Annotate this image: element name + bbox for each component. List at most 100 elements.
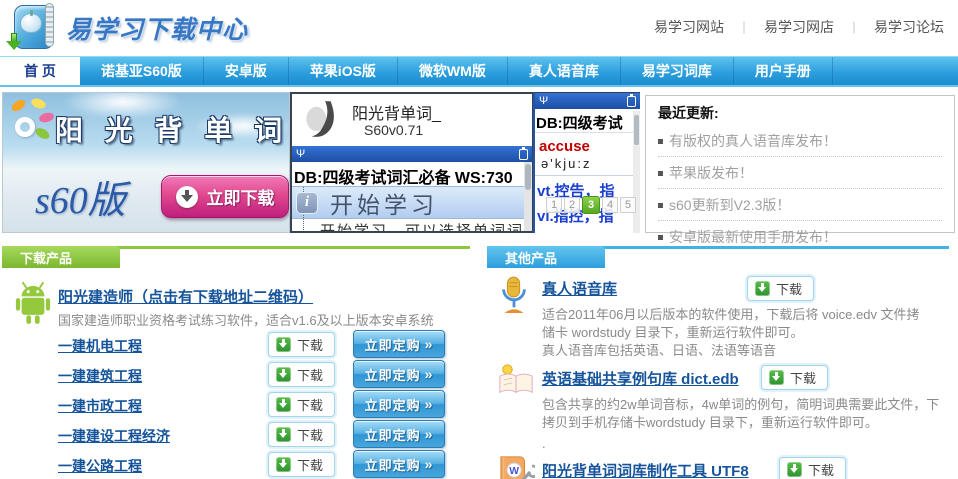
separator: ｜: [848, 19, 860, 36]
product-desc-line: 适合2011年06月以后版本的软件使用，下载后将 voice.edv 文件拷: [542, 304, 920, 323]
pager-3-active[interactable]: 3: [582, 196, 600, 214]
download-button[interactable]: 下载: [268, 422, 335, 447]
product-desc-line: 包含共享的约2w单词音标，4w单词的例句，简明词典需要此文件，下: [542, 394, 939, 413]
top-link-forum[interactable]: 易学习论坛: [874, 17, 944, 37]
order-button[interactable]: 立即定购»: [353, 360, 445, 388]
download-button[interactable]: 下载: [268, 362, 335, 387]
nav-item-voice-lib[interactable]: 真人语音库: [508, 57, 621, 85]
product-link[interactable]: 一建公路工程: [58, 456, 142, 476]
page: 易学习下载中心 易学习网站 ｜ 易学习网店 ｜ 易学习论坛 首 页 诺基亚S60…: [0, 0, 958, 479]
update-item: s60更新到V2.3版！: [658, 189, 942, 221]
download-button[interactable]: 下载: [747, 276, 814, 301]
word: accuse: [535, 133, 640, 155]
product-link[interactable]: 一建建筑工程: [58, 366, 142, 386]
order-button[interactable]: 立即定购»: [353, 420, 445, 448]
app-name: 阳光背单词_: [352, 100, 441, 124]
backpack-download-icon: [6, 3, 58, 53]
bullet-icon: [658, 139, 663, 144]
product-link[interactable]: 一建市政工程: [58, 396, 142, 416]
db-info-line: DB:四级考试词汇必备 WS:730: [292, 162, 532, 186]
banner-title: 阳 光 背 单 词: [55, 109, 285, 149]
update-item: 苹果版发布！: [658, 157, 942, 189]
order-button[interactable]: 立即定购»: [353, 330, 445, 358]
product-desc-line: .: [542, 436, 546, 451]
dict-tool-link[interactable]: 阳光背单词词库制作工具 UTF8: [542, 460, 749, 479]
product-row: 一建建设工程经济 下载 立即定购»: [58, 422, 478, 450]
product-row: 一建公路工程 下载 立即定购»: [58, 452, 478, 479]
scrollbar[interactable]: [524, 162, 532, 233]
separator: ｜: [738, 19, 750, 36]
antenna-icon: Ψ: [539, 95, 548, 107]
selected-menu-row: i 开始学习: [292, 186, 532, 219]
other-products-section: 其他产品 真人语音库 下载 适合2011年06月以后版本的软件使用，下载后将 v…: [479, 244, 958, 479]
nav-item-home[interactable]: 首 页: [0, 57, 80, 85]
menu-description: 开始学习，可以选择单词词: [292, 219, 532, 233]
top-link-store[interactable]: 易学习网店: [764, 17, 834, 37]
pager-4[interactable]: 4: [602, 197, 618, 213]
product-desc-line: 储卡 wordstudy 目录下，重新运行软件即可。: [542, 322, 803, 341]
banner-logo-icon: [9, 99, 57, 151]
nav-item-dict-lib[interactable]: 易学习词库: [621, 57, 734, 85]
nav-item-manual[interactable]: 用户手册: [734, 57, 833, 85]
download-button[interactable]: 下载: [268, 332, 335, 357]
nav-item-nokia-s60[interactable]: 诺基亚S60版: [80, 57, 204, 85]
db-info-line: DB:四级考试: [535, 109, 640, 133]
carousel-pager: 1 2 3 4 5: [546, 197, 636, 214]
nav-item-android[interactable]: 安卓版: [204, 57, 289, 85]
site-logo[interactable]: 易学习下载中心: [6, 3, 248, 53]
pager-2[interactable]: 2: [564, 197, 580, 213]
feature-product-desc: 国家建造师职业资格考试练习软件，适合v1.6及以上版本安卓系统: [58, 310, 434, 329]
microphone-icon: [497, 276, 531, 321]
chevron-right-icon: »: [425, 426, 434, 442]
product-row: 一建市政工程 下载 立即定购»: [58, 392, 478, 420]
svg-text:W: W: [509, 466, 519, 477]
nav-item-ios[interactable]: 苹果iOS版: [289, 57, 398, 85]
app-version: S60v0.71: [364, 122, 423, 138]
phonetic: ə'kju:z: [535, 155, 640, 176]
download-icon: [276, 457, 291, 472]
download-products-section: 下载产品 阳光建造师（点击有下载地址二维码） 国家建造师职业资格考试练习软件，适…: [0, 244, 479, 479]
app-screenshot-main: 阳光背单词_ S60v0.71 Ψ DB:四级考试词汇必备 WS:730 i 开…: [290, 92, 533, 233]
dictionary-icon: [497, 362, 535, 403]
feature-product-link[interactable]: 阳光建造师（点击有下载地址二维码）: [58, 286, 313, 307]
update-item: 有版权的真人语音库发布！: [658, 125, 942, 157]
android-icon: [14, 280, 52, 331]
product-link[interactable]: 一建建设工程经济: [58, 426, 170, 446]
pager-1[interactable]: 1: [546, 197, 562, 213]
download-button[interactable]: 下载: [268, 452, 335, 477]
download-icon: [276, 367, 291, 382]
order-button[interactable]: 立即定购»: [353, 390, 445, 418]
chevron-right-icon: »: [425, 366, 434, 382]
product-link[interactable]: 一建机电工程: [58, 336, 142, 356]
battery-icon: [627, 96, 636, 107]
bullet-icon: [658, 203, 663, 208]
download-button[interactable]: 下载: [268, 392, 335, 417]
top-links: 易学习网站 ｜ 易学习网店 ｜ 易学习论坛: [654, 17, 944, 37]
scrollbar[interactable]: [633, 111, 640, 233]
recent-updates-panel: 最近更新: 有版权的真人语音库发布！ 苹果版发布！ s60更新到V2.3版！ 安…: [645, 95, 955, 233]
bullet-icon: [658, 171, 663, 176]
menu-title: 开始学习: [330, 186, 438, 220]
download-icon: [276, 397, 291, 412]
order-button[interactable]: 立即定购»: [353, 450, 445, 478]
nav-item-wm[interactable]: 微软WM版: [398, 57, 508, 85]
download-button[interactable]: 下载: [779, 457, 846, 479]
banner-edition: s60版: [35, 169, 126, 224]
battery-icon: [519, 149, 528, 160]
download-icon: [276, 337, 291, 352]
banner-download-button[interactable]: 立即下载: [161, 175, 289, 218]
pager-5[interactable]: 5: [620, 197, 636, 213]
bullet-icon: [658, 235, 663, 240]
antenna-icon: Ψ: [296, 148, 305, 160]
top-link-website[interactable]: 易学习网站: [654, 17, 724, 37]
info-icon: i: [296, 192, 318, 214]
sentence-library-link[interactable]: 英语基础共享例句库 dict.edb: [542, 368, 739, 389]
download-button[interactable]: 下载: [761, 365, 828, 390]
status-bar: Ψ: [292, 146, 532, 162]
voice-library-link[interactable]: 真人语音库: [542, 278, 617, 299]
chevron-right-icon: »: [425, 396, 434, 412]
download-icon: [787, 462, 802, 477]
download-circle-icon: [176, 186, 198, 208]
product-row: 一建机电工程 下载 立即定购»: [58, 332, 478, 360]
header: 易学习下载中心 易学习网站 ｜ 易学习网店 ｜ 易学习论坛: [0, 0, 958, 56]
